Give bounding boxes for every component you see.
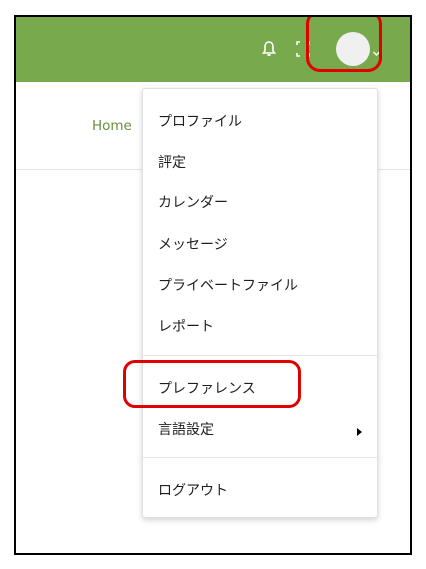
chevron-down-icon bbox=[372, 43, 381, 56]
menu-separator bbox=[143, 355, 377, 356]
bell-icon[interactable] bbox=[261, 40, 277, 58]
breadcrumb-home[interactable]: Home bbox=[92, 118, 132, 134]
avatar[interactable] bbox=[336, 32, 370, 66]
menu-item-logout[interactable]: ログアウト bbox=[158, 480, 228, 500]
menu-item-language[interactable]: 言語設定 bbox=[158, 419, 214, 439]
user-dropdown-menu: プロファイル 評定 カレンダー メッセージ プライベートファイル レポート プレ… bbox=[142, 88, 378, 518]
screenshot-frame: Home プロファイル 評定 カレンダー メッセージ プライベートファイル レポ… bbox=[14, 15, 412, 555]
user-menu-toggle[interactable] bbox=[328, 29, 384, 71]
menu-item-preferences[interactable]: プレファレンス bbox=[158, 378, 256, 398]
menu-separator bbox=[143, 457, 377, 458]
screen-icon[interactable] bbox=[296, 41, 310, 57]
top-navbar bbox=[16, 17, 410, 82]
menu-item-private-files[interactable]: プライベートファイル bbox=[158, 275, 298, 295]
menu-item-reports[interactable]: レポート bbox=[158, 316, 214, 336]
menu-item-messages[interactable]: メッセージ bbox=[158, 234, 228, 254]
menu-item-calendar[interactable]: カレンダー bbox=[158, 192, 228, 212]
menu-item-grades[interactable]: 評定 bbox=[158, 152, 186, 172]
submenu-arrow-icon bbox=[357, 428, 362, 436]
menu-item-profile[interactable]: プロファイル bbox=[158, 111, 242, 131]
